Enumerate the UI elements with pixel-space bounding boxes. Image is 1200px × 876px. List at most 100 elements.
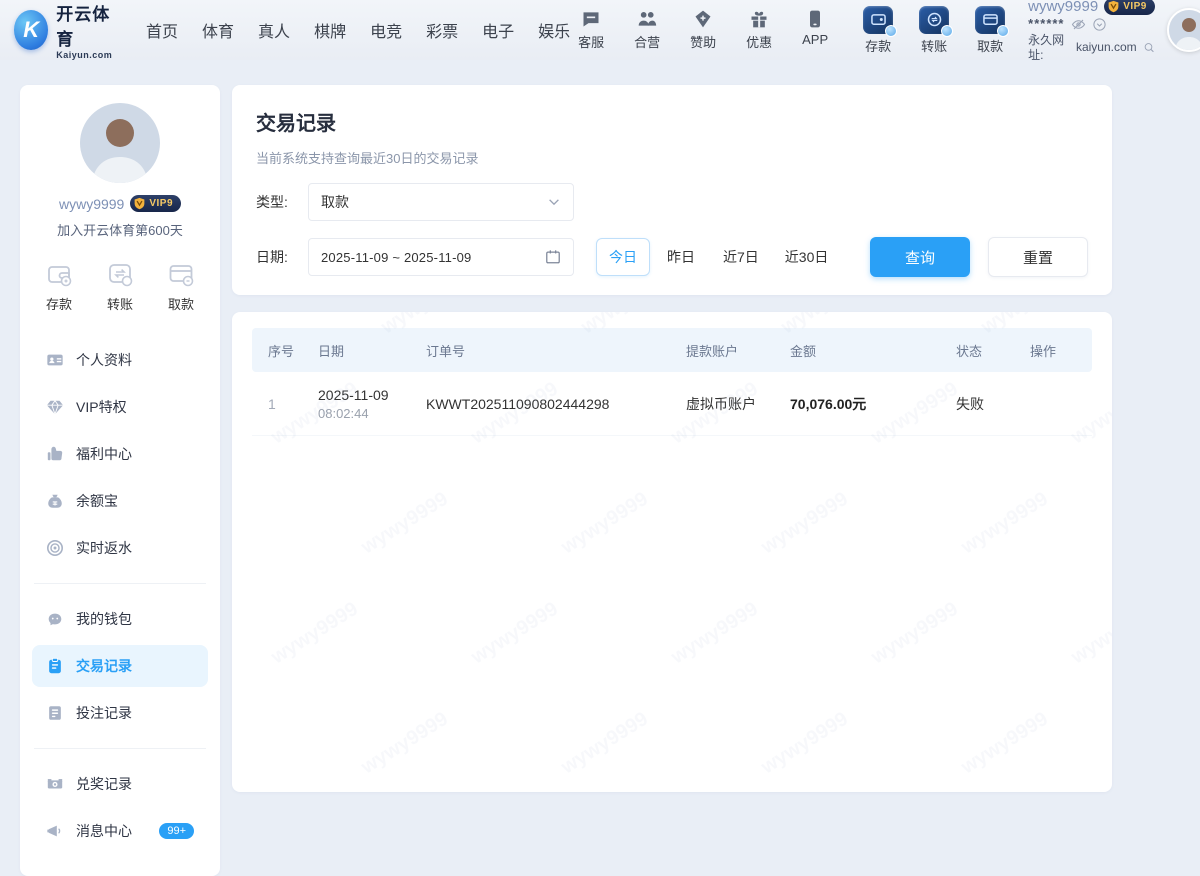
date-label: 日期:	[256, 247, 308, 267]
watermark-text: wywy9999	[667, 598, 762, 669]
wallet-action-transfer[interactable]: 转账	[912, 6, 956, 55]
vip-shield-icon	[133, 197, 146, 210]
utility-label: 合营	[634, 32, 660, 51]
transfer-icon	[919, 6, 949, 34]
watermark-text: wywy9999	[467, 598, 562, 669]
utility-item-chat[interactable]: 客服	[570, 9, 612, 51]
withdraw-icon	[975, 6, 1005, 34]
range-button-今日[interactable]: 今日	[596, 238, 650, 276]
sidebar-menu: 个人资料 VIP特权福利中心余额宝实时返水我的钱包交易记录投注记录兑奖记录消息中心…	[32, 339, 208, 852]
table-body: 12025-11-0908:02:44KWWT20251109080244429…	[252, 372, 1092, 436]
brand-logo-text: 开云体育 Kaiyun.com	[56, 0, 118, 60]
filter-actions: 查询 重置	[870, 237, 1088, 277]
menu-divider	[34, 583, 206, 584]
watermark-text: wywy9999	[267, 598, 362, 669]
utility-label: 优惠	[746, 32, 772, 51]
date-range-input[interactable]: 2025-11-09 ~ 2025-11-09	[308, 238, 574, 276]
wallet-action-withdraw[interactable]: 取款	[968, 6, 1012, 55]
wallet-action-deposit[interactable]: 存款	[856, 6, 900, 55]
profile-avatar[interactable]	[80, 103, 160, 183]
permanent-url[interactable]: kaiyun.com	[1076, 40, 1137, 55]
type-filter-row: 类型: 取款	[256, 183, 1088, 221]
refresh-balance-icon[interactable]	[1092, 17, 1107, 32]
utility-item-phone[interactable]: APP	[794, 9, 836, 51]
utility-label: 赞助	[690, 32, 716, 51]
nav-item-1[interactable]: 首页	[146, 18, 178, 42]
username: wywy9999	[1028, 0, 1098, 16]
nav-item-4[interactable]: 棋牌	[314, 18, 346, 42]
wallet-badge-dot	[997, 25, 1009, 37]
quick-action-qa-card[interactable]: 取款	[168, 261, 194, 313]
nav-item-3[interactable]: 真人	[258, 18, 290, 42]
rebate-icon	[46, 539, 64, 557]
type-label: 类型:	[256, 192, 308, 212]
message-count-badge: 99+	[159, 823, 194, 839]
sidebar-item-label: VIP特权	[76, 397, 127, 417]
idcard-icon	[46, 351, 64, 369]
moneybag-icon	[46, 492, 64, 510]
sidebar-quick-actions: 存款 转账 取款	[32, 261, 208, 313]
column-header: 提款账户	[686, 341, 790, 360]
prize-icon	[46, 775, 64, 793]
sidebar-item-rebate[interactable]: 实时返水	[32, 527, 208, 569]
sidebar-item-benefit[interactable]: 福利中心	[32, 433, 208, 475]
reset-button[interactable]: 重置	[988, 237, 1088, 277]
search-button[interactable]: 查询	[870, 237, 970, 277]
eye-off-icon[interactable]	[1071, 17, 1086, 32]
quick-action-qa-wallet[interactable]: 存款	[46, 261, 72, 313]
sidebar-item-moneybag[interactable]: 余额宝	[32, 480, 208, 522]
sidebar-item-bets[interactable]: 投注记录	[32, 692, 208, 734]
watermark-text: wywy9999	[557, 708, 652, 779]
watermark-text: wywy9999	[357, 488, 452, 559]
masked-balance: ******	[1028, 16, 1064, 32]
user-block: wywy9999 VIP9 ****** 永久网址: kaiyun.com	[1028, 0, 1155, 63]
utility-menu: 客服合营 赞助 优惠 APP	[570, 9, 836, 51]
sidebar-item-prize[interactable]: 兑奖记录	[32, 763, 208, 805]
menu-divider	[34, 748, 206, 749]
sidebar-item-idcard[interactable]: 个人资料	[32, 339, 208, 381]
profile-name-row: wywy9999 VIP9	[32, 195, 208, 212]
brand-logo[interactable]: K 开云体育 Kaiyun.com	[14, 0, 118, 60]
cell-status: 失败	[956, 394, 1030, 414]
search-icon[interactable]	[1143, 40, 1155, 55]
calendar-icon	[545, 249, 561, 265]
nav-item-8[interactable]: 娱乐	[538, 18, 570, 42]
column-header: 操作	[1030, 341, 1092, 360]
nav-item-7[interactable]: 电子	[482, 18, 514, 42]
nav-item-5[interactable]: 电竞	[370, 18, 402, 42]
range-button-近30日[interactable]: 近30日	[774, 238, 840, 276]
sidebar-item-label: 交易记录	[76, 656, 132, 676]
message-icon	[46, 822, 64, 840]
column-header: 日期	[318, 341, 426, 360]
range-button-昨日[interactable]: 昨日	[654, 238, 708, 276]
date-range-value: 2025-11-09 ~ 2025-11-09	[321, 250, 471, 265]
profile-vip-level: VIP9	[149, 198, 173, 209]
cell-order-no: KWWT202511090802444298	[426, 396, 686, 412]
quick-action-label: 转账	[107, 294, 133, 313]
benefit-icon	[46, 445, 64, 463]
sidebar-item-gem[interactable]: VIP特权	[32, 386, 208, 428]
nav-item-2[interactable]: 体育	[202, 18, 234, 42]
sidebar-item-records[interactable]: 交易记录	[32, 645, 208, 687]
utility-item-people[interactable]: 合营	[626, 9, 668, 51]
quick-action-label: 存款	[46, 294, 72, 313]
quick-action-qa-transfer[interactable]: 转账	[107, 261, 133, 313]
watermark-text: wywy9999	[867, 598, 962, 669]
utility-item-diamond[interactable]: 赞助	[682, 9, 724, 51]
utility-item-gift[interactable]: 优惠	[738, 9, 780, 51]
table-row: 12025-11-0908:02:44KWWT20251109080244429…	[252, 372, 1092, 436]
range-button-近7日[interactable]: 近7日	[712, 238, 770, 276]
page-subtitle: 当前系统支持查询最近30日的交易记录	[256, 148, 1088, 167]
type-select-value: 取款	[321, 192, 349, 212]
chat-icon	[581, 9, 601, 29]
sidebar-item-piggy[interactable]: 我的钱包	[32, 598, 208, 640]
main-nav: 首页体育真人棋牌电竞彩票电子娱乐	[146, 18, 570, 42]
main-content: 交易记录 当前系统支持查询最近30日的交易记录 类型: 取款 日期: 2025-…	[232, 85, 1112, 792]
column-header: 订单号	[426, 341, 686, 360]
wallet-action-label: 转账	[921, 36, 947, 55]
type-select[interactable]: 取款	[308, 183, 574, 221]
user-avatar[interactable]	[1167, 8, 1200, 52]
wallet-action-label: 取款	[977, 36, 1003, 55]
sidebar-item-message[interactable]: 消息中心99+	[32, 810, 208, 852]
nav-item-6[interactable]: 彩票	[426, 18, 458, 42]
